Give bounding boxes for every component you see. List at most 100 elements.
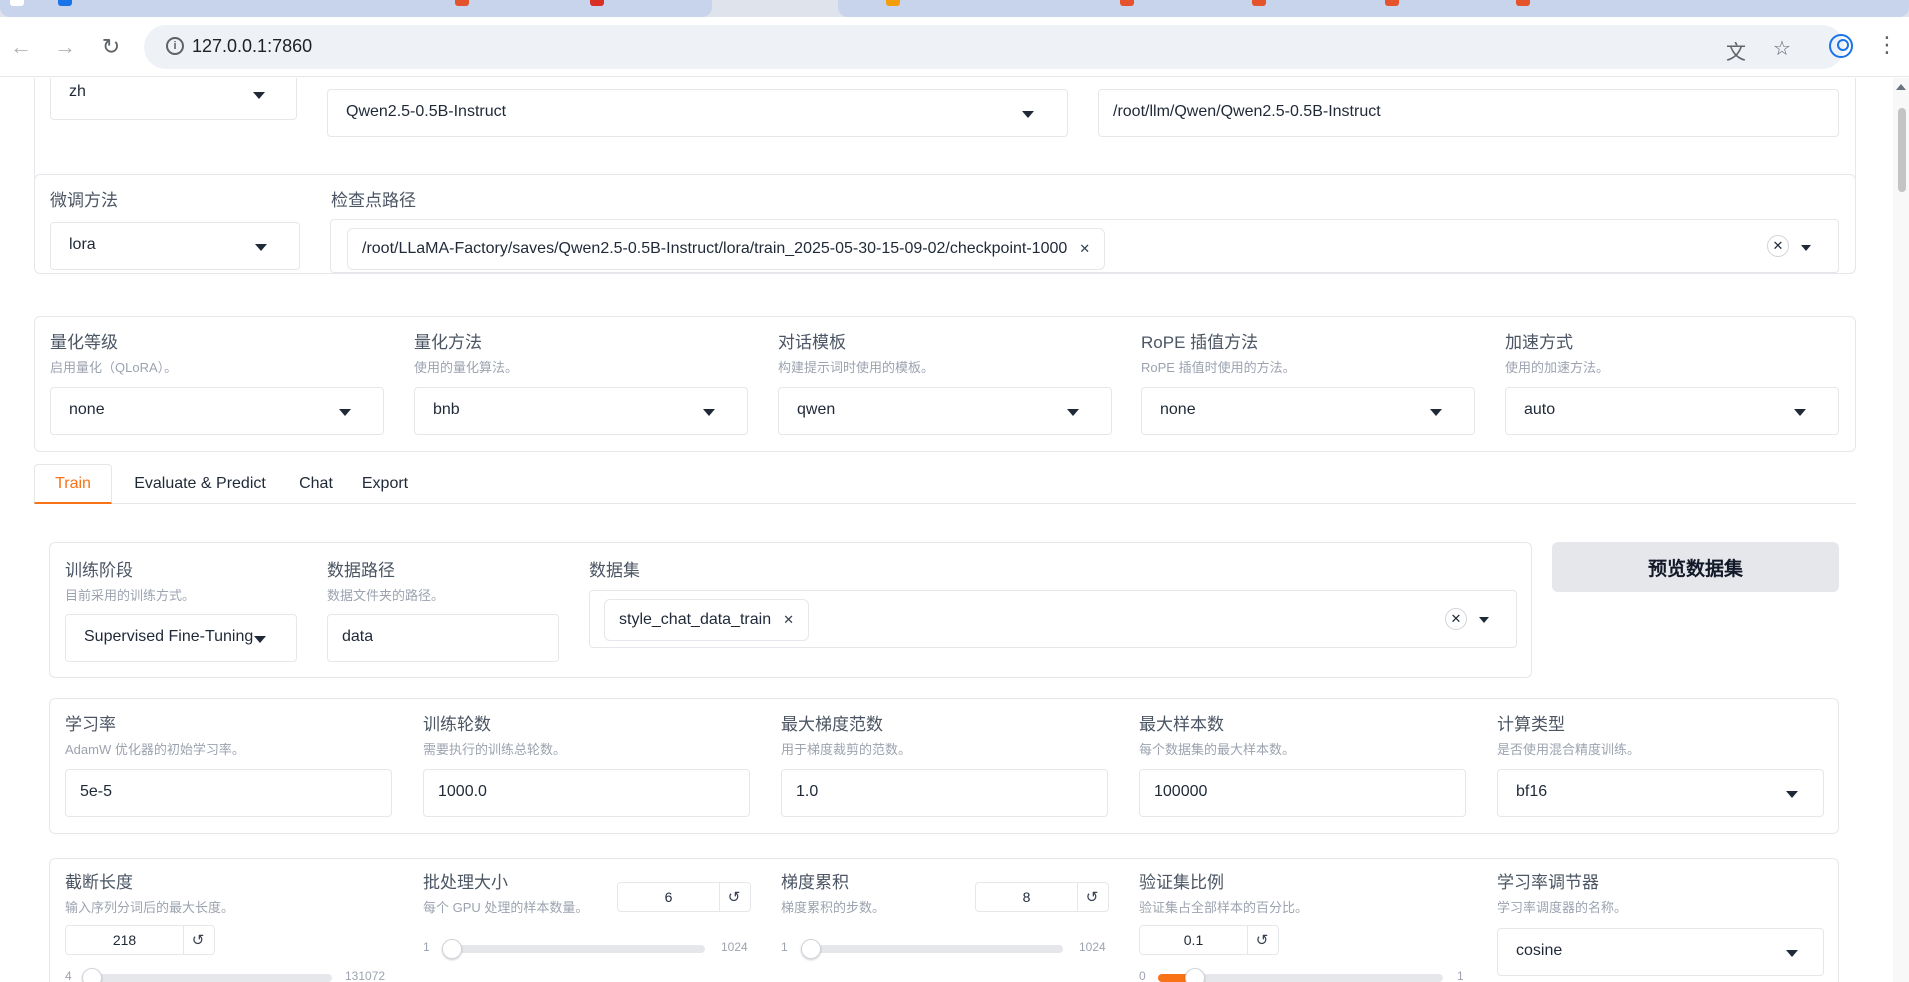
data-dir-label: 数据路径 bbox=[327, 561, 395, 580]
slider-thumb[interactable] bbox=[800, 939, 821, 959]
chip-remove-icon[interactable]: ✕ bbox=[783, 612, 794, 628]
learning-rate-value[interactable]: 5e-5 bbox=[80, 783, 112, 801]
cutoff-number-input[interactable]: 218 ↺ bbox=[65, 925, 215, 955]
reset-icon[interactable]: ↺ bbox=[182, 926, 214, 954]
quant-method-dropdown[interactable]: bnb bbox=[414, 387, 748, 435]
booster-info: 使用的加速方法。 bbox=[1505, 360, 1610, 375]
val-size-number-input[interactable]: 0.1 ↺ bbox=[1139, 925, 1279, 955]
learning-rate-input[interactable]: 5e-5 bbox=[65, 769, 392, 817]
main-tabs: Train Evaluate & Predict Chat Export bbox=[34, 464, 1856, 504]
quant-bit-label: 量化等级 bbox=[50, 333, 118, 352]
dataset-label: 数据集 bbox=[589, 561, 640, 580]
quant-method-value: bnb bbox=[433, 401, 460, 418]
lr-scheduler-dropdown[interactable]: cosine bbox=[1497, 928, 1824, 976]
reset-icon[interactable]: ↺ bbox=[718, 883, 750, 911]
quant-bit-dropdown[interactable]: none bbox=[50, 387, 384, 435]
model-path-value[interactable]: /root/llm/Qwen/Qwen2.5-0.5B-Instruct bbox=[1113, 103, 1381, 121]
tab-train[interactable]: Train bbox=[34, 464, 112, 504]
browser-tab-strip bbox=[0, 0, 1909, 17]
browser-menu-icon[interactable]: ⋮ bbox=[1876, 32, 1898, 58]
grad-accum-number-input[interactable]: 8 ↺ bbox=[975, 882, 1109, 912]
tab-favicon-icon bbox=[886, 0, 900, 6]
val-size-min: 0 bbox=[1139, 969, 1146, 982]
grad-accum-info: 梯度累积的步数。 bbox=[781, 900, 886, 915]
max-samples-label: 最大样本数 bbox=[1139, 715, 1224, 734]
booster-value: auto bbox=[1524, 401, 1556, 418]
dataset-dropdown[interactable]: style_chat_data_train ✕ ✕ bbox=[589, 590, 1517, 648]
max-grad-norm-value[interactable]: 1.0 bbox=[796, 783, 818, 801]
chevron-down-icon bbox=[703, 409, 715, 416]
booster-dropdown[interactable]: auto bbox=[1505, 387, 1839, 435]
profile-icon[interactable] bbox=[1829, 34, 1853, 58]
data-dir-value[interactable]: data bbox=[342, 628, 373, 646]
address-bar[interactable]: i 127.0.0.1:7860 文 ☆ bbox=[144, 25, 1844, 69]
grad-accum-label: 梯度累积 bbox=[781, 873, 849, 892]
chat-template-label: 对话模板 bbox=[778, 333, 846, 352]
checkpoint-path-dropdown[interactable]: /root/LLaMA-Factory/saves/Qwen2.5-0.5B-I… bbox=[330, 219, 1839, 273]
compute-type-dropdown[interactable]: bf16 bbox=[1497, 769, 1824, 817]
scrollbar-thumb[interactable] bbox=[1898, 108, 1906, 192]
tab-favicon-icon bbox=[10, 0, 24, 6]
slider-thumb[interactable] bbox=[1184, 968, 1205, 982]
batch-size-slider[interactable] bbox=[442, 939, 705, 959]
dataset-chip-label: style_chat_data_train bbox=[619, 611, 772, 628]
val-size-value[interactable]: 0.1 bbox=[1140, 926, 1248, 954]
cutoff-label: 截断长度 bbox=[65, 873, 133, 892]
finetune-method-dropdown[interactable]: lora bbox=[50, 222, 300, 270]
tab-export[interactable]: Export bbox=[354, 464, 416, 504]
dataset-chip[interactable]: style_chat_data_train ✕ bbox=[604, 599, 810, 641]
chevron-down-icon bbox=[253, 92, 265, 99]
max-samples-value[interactable]: 100000 bbox=[1154, 783, 1207, 801]
num-epochs-value[interactable]: 1000.0 bbox=[438, 783, 487, 801]
address-url[interactable]: 127.0.0.1:7860 bbox=[192, 36, 312, 57]
chevron-down-icon bbox=[1022, 111, 1034, 118]
translate-icon[interactable]: 文 bbox=[1726, 36, 1746, 65]
rope-scaling-dropdown[interactable]: none bbox=[1141, 387, 1475, 435]
model-name-dropdown[interactable]: Qwen2.5-0.5B-Instruct bbox=[327, 89, 1068, 137]
rope-scaling-label: RoPE 插值方法 bbox=[1141, 333, 1259, 352]
batch-size-value[interactable]: 6 bbox=[618, 883, 720, 911]
num-epochs-info: 需要执行的训练总轮数。 bbox=[423, 742, 567, 757]
val-size-label: 验证集比例 bbox=[1139, 873, 1224, 892]
max-grad-norm-info: 用于梯度裁剪的范数。 bbox=[781, 742, 912, 757]
val-size-slider[interactable] bbox=[1158, 968, 1443, 982]
model-path-input[interactable]: /root/llm/Qwen/Qwen2.5-0.5B-Instruct bbox=[1098, 89, 1839, 137]
grad-accum-max: 1024 bbox=[1079, 940, 1106, 954]
tab-chat[interactable]: Chat bbox=[290, 464, 342, 504]
language-dropdown[interactable]: zh bbox=[50, 78, 297, 120]
stage-dropdown[interactable]: Supervised Fine-Tuning bbox=[65, 614, 297, 662]
clear-icon[interactable]: ✕ bbox=[1445, 608, 1467, 630]
reset-icon[interactable]: ↺ bbox=[1076, 883, 1108, 911]
preview-dataset-button[interactable]: 预览数据集 bbox=[1552, 542, 1839, 592]
num-epochs-input[interactable]: 1000.0 bbox=[423, 769, 750, 817]
checkpoint-chip[interactable]: /root/LLaMA-Factory/saves/Qwen2.5-0.5B-I… bbox=[347, 228, 1106, 270]
data-dir-info: 数据文件夹的路径。 bbox=[327, 588, 445, 603]
data-dir-input[interactable]: data bbox=[327, 614, 559, 662]
cutoff-slider[interactable] bbox=[82, 968, 332, 982]
cutoff-value[interactable]: 218 bbox=[66, 926, 184, 954]
browser-tab-group[interactable] bbox=[0, 0, 712, 17]
chevron-down-icon bbox=[1794, 409, 1806, 416]
scroll-up-icon[interactable] bbox=[1896, 84, 1906, 90]
grad-accum-value[interactable]: 8 bbox=[976, 883, 1078, 911]
grad-accum-slider[interactable] bbox=[800, 939, 1063, 959]
chip-remove-icon[interactable]: ✕ bbox=[1079, 241, 1090, 257]
grad-accum-min: 1 bbox=[781, 940, 788, 954]
max-samples-input[interactable]: 100000 bbox=[1139, 769, 1466, 817]
tab-evaluate-predict[interactable]: Evaluate & Predict bbox=[124, 464, 276, 504]
site-info-icon[interactable]: i bbox=[166, 37, 184, 55]
bookmark-star-icon[interactable]: ☆ bbox=[1773, 36, 1791, 61]
page-scrollbar[interactable] bbox=[1893, 78, 1909, 982]
checkpoint-chip-label: /root/LLaMA-Factory/saves/Qwen2.5-0.5B-I… bbox=[362, 240, 1068, 257]
chevron-down-icon bbox=[1786, 791, 1798, 798]
val-size-max: 1 bbox=[1457, 969, 1464, 982]
browser-tab-group[interactable] bbox=[838, 0, 1909, 17]
reload-icon[interactable]: ↻ bbox=[94, 30, 128, 64]
batch-size-number-input[interactable]: 6 ↺ bbox=[617, 882, 751, 912]
max-grad-norm-input[interactable]: 1.0 bbox=[781, 769, 1108, 817]
chat-template-dropdown[interactable]: qwen bbox=[778, 387, 1112, 435]
back-arrow-icon[interactable]: ← bbox=[4, 30, 38, 64]
forward-arrow-icon[interactable]: → bbox=[48, 30, 82, 64]
reset-icon[interactable]: ↺ bbox=[1246, 926, 1278, 954]
clear-icon[interactable]: ✕ bbox=[1767, 235, 1789, 257]
